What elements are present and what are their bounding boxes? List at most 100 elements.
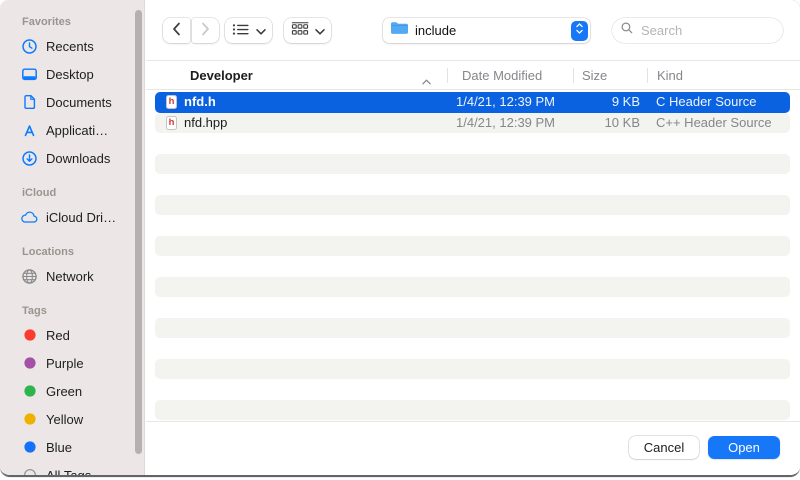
open-button[interactable]: Open [708, 436, 780, 459]
folder-select-value: include [415, 23, 456, 38]
search-field[interactable] [612, 18, 783, 43]
sidebar-item-label: Documents [46, 95, 112, 110]
file-type-icon: h [166, 116, 177, 130]
up-down-chevrons-icon [575, 22, 584, 40]
empty-row [155, 174, 790, 195]
tag-dot-icon [20, 354, 39, 372]
sidebar-item-icloud-dri[interactable]: iCloud Dri… [0, 203, 144, 231]
open-file-dialog: Favorites Recents Desktop Documents Applicat… [0, 0, 800, 477]
sidebar-section-label: iCloud [22, 185, 144, 201]
sidebar-item-blue[interactable]: Blue [0, 433, 144, 461]
sidebar-item-applicati[interactable]: Applicati… [0, 116, 144, 144]
sidebar-item-recents[interactable]: Recents [0, 32, 144, 60]
column-divider [447, 68, 448, 83]
toolbar: include [146, 0, 800, 61]
sidebar-item-yellow[interactable]: Yellow [0, 405, 144, 433]
tag-dot-icon [20, 382, 39, 400]
sidebar-item-label: Yellow [46, 412, 83, 427]
empty-row [155, 236, 790, 257]
list-view-button[interactable] [225, 18, 272, 43]
empty-row [155, 195, 790, 216]
sidebar-item-network[interactable]: Network [0, 262, 144, 290]
sidebar-section-label: Tags [22, 303, 144, 319]
column-header-size[interactable]: Size [582, 61, 607, 90]
chevron-left-icon [172, 22, 181, 39]
empty-row [155, 133, 790, 154]
file-row[interactable]: hnfd.hpp1/4/21, 12:39 PM10 KBC++ Header … [155, 113, 790, 134]
dialog-footer: Cancel Open [146, 421, 800, 473]
tag-dot-icon [20, 438, 39, 456]
sidebar-item-all-tags[interactable]: All Tags [0, 461, 144, 475]
sidebar-scrollbar[interactable] [135, 10, 142, 454]
download-circle-icon [20, 149, 39, 167]
sidebar-item-label: Network [46, 269, 94, 284]
search-icon [620, 21, 634, 40]
group-view-button[interactable] [284, 18, 331, 43]
file-size: 9 KB [612, 92, 640, 113]
sidebar: Favorites Recents Desktop Documents Applicat… [0, 0, 145, 475]
back-button[interactable] [163, 18, 190, 43]
empty-row [155, 215, 790, 236]
tag-dot-icon [20, 326, 39, 344]
circle-outline-icon [20, 466, 39, 475]
sort-ascending-icon [422, 73, 431, 88]
empty-row [155, 400, 790, 421]
stepper-control[interactable] [571, 21, 588, 41]
sidebar-item-label: Green [46, 384, 82, 399]
search-input[interactable] [639, 22, 775, 39]
empty-row [155, 318, 790, 339]
clock-icon [20, 37, 39, 55]
sidebar-section-favorites: Favorites Recents Desktop Documents Applicat… [0, 14, 144, 172]
file-kind: C++ Header Source [656, 113, 772, 134]
tag-dot-icon [20, 410, 39, 428]
sidebar-item-label: Recents [46, 39, 94, 54]
chevron-down-icon [256, 23, 266, 38]
file-kind: C Header Source [656, 92, 756, 113]
empty-row [155, 154, 790, 175]
sidebar-item-red[interactable]: Red [0, 321, 144, 349]
globe-icon [20, 267, 39, 285]
sidebar-item-label: Red [46, 328, 70, 343]
chevron-right-icon [201, 22, 210, 39]
sidebar-section-label: Locations [22, 244, 144, 260]
empty-row [155, 379, 790, 400]
folder-select[interactable]: include [383, 18, 590, 43]
file-date-modified: 1/4/21, 12:39 PM [456, 92, 555, 113]
column-divider [647, 68, 648, 83]
empty-row [155, 338, 790, 359]
file-name: nfd.h [184, 92, 216, 113]
file-date-modified: 1/4/21, 12:39 PM [456, 113, 555, 134]
sidebar-item-label: Blue [46, 440, 72, 455]
sidebar-section-icloud: iCloud iCloud Dri… [0, 185, 144, 231]
forward-button[interactable] [192, 18, 219, 43]
sidebar-section-label: Favorites [22, 14, 144, 30]
empty-row [155, 297, 790, 318]
desktop-icon [20, 65, 39, 83]
sidebar-item-desktop[interactable]: Desktop [0, 60, 144, 88]
chevron-down-icon [315, 23, 325, 38]
sidebar-item-label: Downloads [46, 151, 110, 166]
empty-row [155, 359, 790, 380]
sidebar-item-label: All Tags [46, 468, 91, 476]
column-header-kind[interactable]: Kind [657, 61, 683, 90]
sidebar-item-documents[interactable]: Documents [0, 88, 144, 116]
column-divider [573, 68, 574, 83]
column-header-name[interactable]: Developer [190, 61, 253, 90]
empty-row [155, 256, 790, 277]
sidebar-item-label: Desktop [46, 67, 94, 82]
content-pane: include Developer Date Modified Size Kin… [146, 0, 800, 475]
list-view-icon [232, 23, 250, 39]
empty-row [155, 277, 790, 298]
cloud-icon [20, 208, 39, 226]
file-size: 10 KB [605, 113, 640, 134]
column-header-date-modified[interactable]: Date Modified [462, 61, 542, 90]
file-list: h nfd.h 1/4/21, 12:39 PM 9 KB C Header Sourc… [146, 90, 800, 421]
sidebar-item-purple[interactable]: Purple [0, 349, 144, 377]
sidebar-item-green[interactable]: Green [0, 377, 144, 405]
sidebar-item-label: Applicati… [46, 123, 108, 138]
file-row[interactable]: hnfd.h1/4/21, 12:39 PM9 KBC Header Sourc… [155, 92, 790, 113]
sidebar-item-label: Purple [46, 356, 84, 371]
cancel-button[interactable]: Cancel [629, 436, 699, 459]
appstore-icon [20, 121, 39, 139]
sidebar-item-downloads[interactable]: Downloads [0, 144, 144, 172]
